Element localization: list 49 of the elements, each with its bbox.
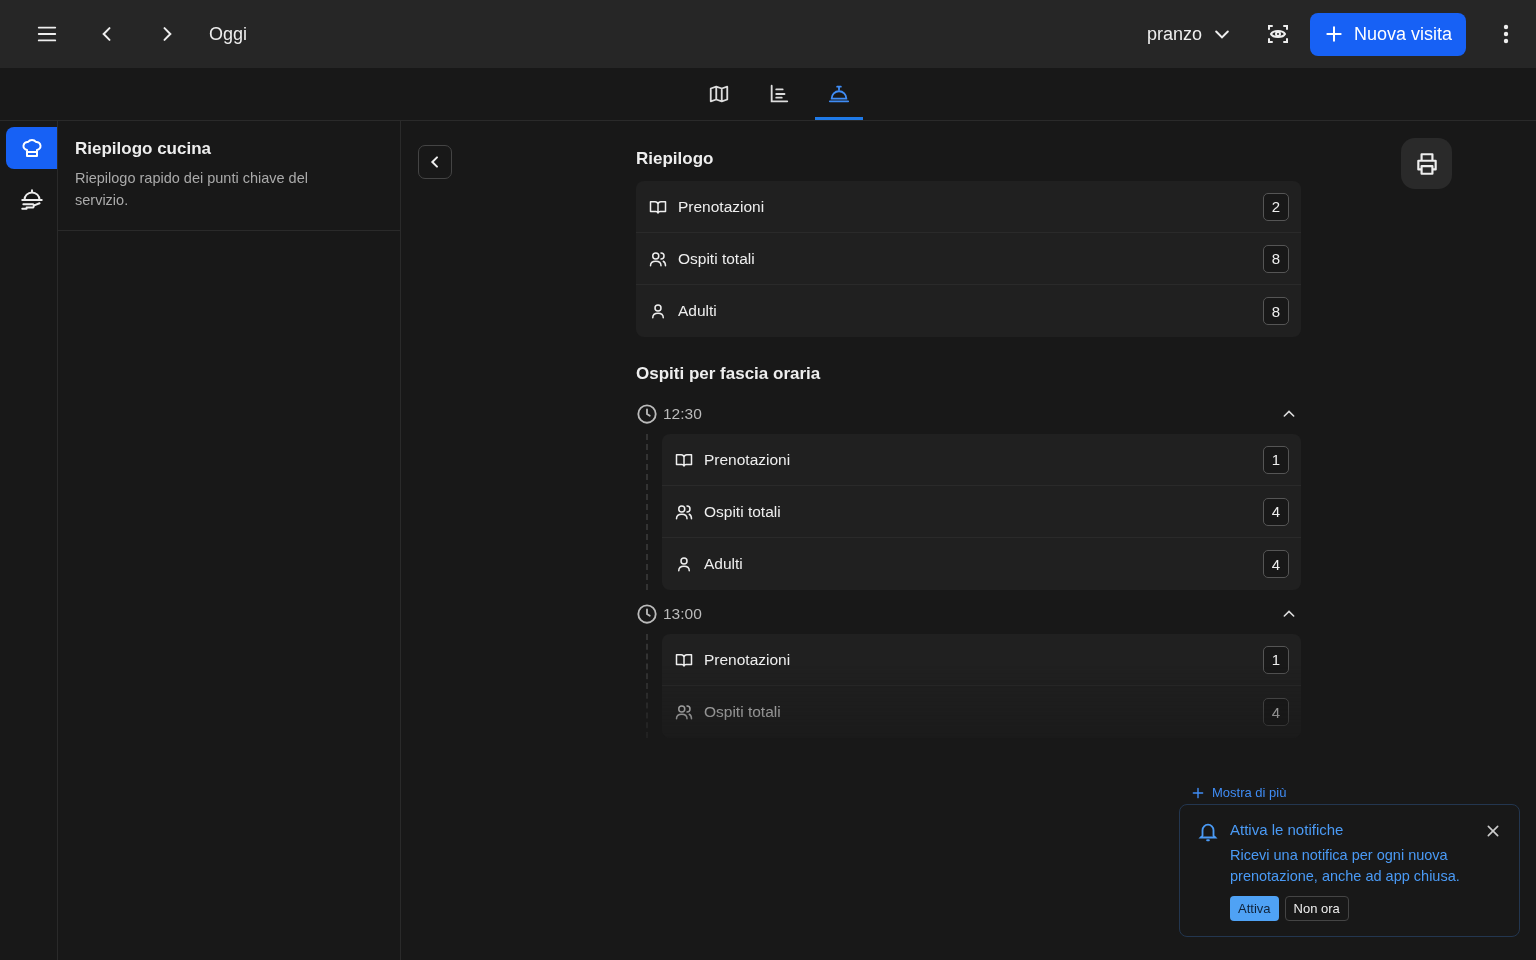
stat-label: Prenotazioni: [704, 650, 792, 669]
panel-description: Riepilogo rapido dei punti chiave del servizio.: [75, 169, 309, 210]
count-badge: 4: [1263, 698, 1289, 726]
count-badge: 1: [1263, 445, 1289, 474]
people-icon: [649, 249, 667, 268]
chart-icon: [768, 83, 790, 105]
time-slot-label: 12:30: [663, 405, 703, 423]
count-badge: 8: [1263, 244, 1289, 273]
count-badge: 2: [1263, 192, 1289, 221]
section-title: Ospiti per fascia oraria: [636, 364, 822, 384]
count-badge: 8: [1263, 297, 1289, 325]
stat-label: Ospiti totali: [704, 502, 782, 521]
stat-label: Adulti: [704, 555, 744, 573]
clock-icon: [636, 603, 658, 625]
section-title: Riepilogo: [636, 149, 715, 169]
new-visit-button[interactable]: Nuova visita: [1309, 12, 1466, 56]
stat-label: Adulti: [678, 302, 718, 320]
plus-icon: [1323, 24, 1344, 44]
eye-icon: [1265, 22, 1290, 46]
serving-dish-icon: [18, 187, 45, 213]
show-more-link[interactable]: Mostra di più: [1191, 785, 1287, 800]
map-icon: [708, 83, 730, 105]
stat-label: Ospiti totali: [704, 703, 782, 721]
person-icon: [649, 302, 667, 320]
panel-title: Riepilogo cucina: [75, 139, 213, 159]
stat-label: Ospiti totali: [678, 249, 756, 268]
person-icon: [675, 555, 693, 573]
dismiss-button[interactable]: Non ora: [1284, 896, 1349, 921]
time-slot-label: 13:00: [663, 605, 703, 623]
plus-icon: [1191, 785, 1205, 800]
bell-icon: [1197, 821, 1219, 843]
people-icon: [675, 703, 693, 721]
more-icon: [1503, 24, 1509, 44]
people-icon: [675, 502, 693, 521]
clock-icon: [636, 403, 658, 425]
count-badge: 4: [1263, 497, 1289, 526]
close-icon: [1485, 823, 1501, 839]
print-button[interactable]: [1401, 138, 1452, 189]
stat-label: Prenotazioni: [678, 197, 766, 216]
notification-message: Ricevi una notifica per ogni nuova prenotazione, anche ad app chiusa.: [1230, 846, 1461, 886]
service-bell-icon: [828, 83, 850, 105]
today-button[interactable]: Oggi: [209, 23, 248, 45]
collapse-button[interactable]: [418, 145, 452, 179]
count-badge: 1: [1263, 645, 1289, 674]
service-dropdown[interactable]: pranzo: [1146, 23, 1232, 45]
count-badge: 4: [1263, 550, 1289, 578]
notification-title: Attiva le notifiche: [1230, 821, 1345, 838]
enable-button[interactable]: Attiva: [1230, 896, 1279, 921]
stat-label: Prenotazioni: [704, 450, 792, 469]
